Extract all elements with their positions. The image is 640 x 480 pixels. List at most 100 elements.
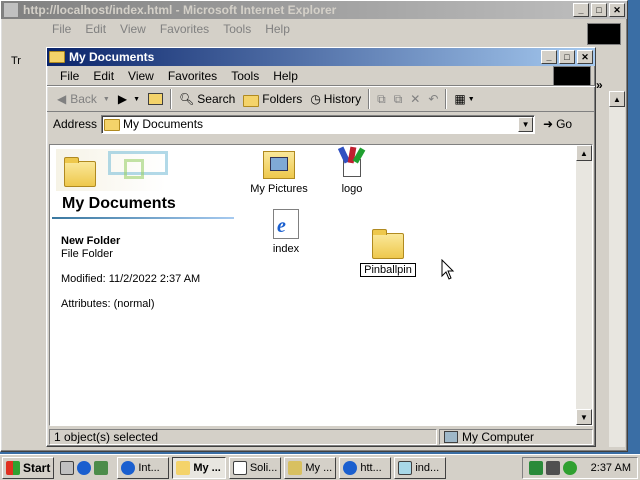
ie-menu-file[interactable]: File bbox=[45, 22, 78, 36]
maximize-button[interactable]: □ bbox=[559, 50, 575, 64]
ie-launch-icon[interactable] bbox=[77, 460, 92, 475]
clock[interactable]: 2:37 AM bbox=[591, 462, 631, 474]
pictures-folder-icon bbox=[263, 151, 295, 179]
folder-icon bbox=[176, 460, 191, 475]
standard-toolbar: ◀ Back ▼ ▶ ▼ 🔍︎ Search Folders ◷ History… bbox=[47, 86, 595, 112]
scroll-track[interactable] bbox=[576, 161, 592, 409]
selected-item-name: New Folder bbox=[61, 235, 121, 247]
menu-file[interactable]: File bbox=[53, 69, 86, 83]
explorer-scrollbar[interactable]: ▲ ▼ bbox=[576, 145, 592, 425]
folder-icon bbox=[64, 157, 96, 187]
scroll-down-button[interactable]: ▼ bbox=[576, 409, 592, 425]
copy-to-button[interactable]: ⧉ bbox=[390, 88, 407, 110]
webview-header-art bbox=[56, 149, 171, 191]
update-icon[interactable] bbox=[562, 460, 577, 475]
ie-right-chevron[interactable]: » bbox=[596, 78, 603, 92]
quick-launch bbox=[60, 460, 111, 475]
ie-scroll-up[interactable]: ▲ bbox=[609, 91, 625, 107]
folders-button[interactable]: Folders bbox=[239, 88, 306, 110]
ie-logo-icon bbox=[3, 2, 19, 18]
webview-heading: My Documents bbox=[62, 195, 176, 212]
views-button[interactable]: ▦ ▼ bbox=[450, 88, 478, 110]
task-index[interactable]: ind... bbox=[394, 456, 447, 479]
go-button[interactable]: ➜ Go bbox=[539, 113, 576, 135]
file-item-pinballpin[interactable]: Pinballpin bbox=[348, 229, 428, 277]
selected-item-type: File Folder bbox=[61, 248, 113, 260]
address-field[interactable]: My Documents ▼ bbox=[101, 114, 536, 134]
back-button[interactable]: ◀ Back ▼ bbox=[53, 88, 114, 110]
ie-close-button[interactable]: ✕ bbox=[609, 3, 625, 17]
ie-titlebar[interactable]: http://localhost/index.html - Microsoft … bbox=[1, 1, 627, 19]
task-my-documents[interactable]: My ... bbox=[172, 456, 227, 479]
status-selection: 1 object(s) selected bbox=[49, 429, 437, 445]
history-button[interactable]: ◷ History bbox=[306, 88, 365, 110]
folder-icon bbox=[49, 51, 65, 63]
logo-file-icon bbox=[337, 146, 367, 179]
rename-field[interactable]: Pinballpin bbox=[360, 263, 416, 277]
forward-button[interactable]: ▶ ▼ bbox=[114, 88, 144, 110]
html-file-icon: e bbox=[273, 209, 299, 239]
task-solitaire[interactable]: Soli... bbox=[229, 456, 282, 479]
menu-edit[interactable]: Edit bbox=[86, 69, 121, 83]
volume-icon[interactable] bbox=[545, 460, 560, 475]
toolbar-separator bbox=[445, 89, 448, 109]
menu-tools[interactable]: Tools bbox=[224, 69, 266, 83]
search-button[interactable]: 🔍︎ Search bbox=[175, 88, 239, 110]
ie-menu-view[interactable]: View bbox=[113, 22, 153, 36]
forward-arrow-icon: ▶ bbox=[117, 92, 128, 106]
go-arrow-icon: ➜ bbox=[543, 117, 554, 131]
menu-view[interactable]: View bbox=[121, 69, 161, 83]
my-computer-icon bbox=[444, 431, 458, 443]
toolbar-separator bbox=[170, 89, 173, 109]
explorer-title: My Documents bbox=[69, 50, 155, 64]
ie-left-fragment: Tr bbox=[11, 55, 21, 67]
undo-icon: ↶ bbox=[428, 92, 439, 106]
file-item-logo[interactable]: logo bbox=[312, 146, 392, 195]
folder-icon bbox=[104, 118, 121, 131]
task-my-computer[interactable]: My ... bbox=[284, 456, 337, 479]
close-button[interactable]: ✕ bbox=[577, 50, 593, 64]
task-htt[interactable]: htt... bbox=[339, 456, 392, 479]
folder-view[interactable]: My Documents New Folder File Folder Modi… bbox=[49, 144, 593, 426]
show-desktop-icon[interactable] bbox=[60, 460, 75, 475]
ie-maximize-button[interactable]: □ bbox=[591, 3, 607, 17]
outlook-launch-icon[interactable] bbox=[94, 460, 109, 475]
solitaire-icon bbox=[233, 460, 247, 475]
folder-icon bbox=[372, 229, 404, 259]
address-bar: Address My Documents ▼ ➜ Go bbox=[47, 112, 595, 136]
menu-favorites[interactable]: Favorites bbox=[161, 69, 224, 83]
taskbar: Start Int... My ... Soli... My ... htt..… bbox=[0, 454, 640, 480]
network-icon[interactable] bbox=[528, 460, 543, 475]
ie-scrollbar[interactable]: ▲ bbox=[609, 91, 625, 447]
windows-flag-icon bbox=[6, 460, 20, 475]
delete-button[interactable]: ✕ bbox=[406, 88, 424, 110]
file-item-index[interactable]: e index bbox=[246, 209, 326, 255]
task-ie[interactable]: Int... bbox=[117, 456, 170, 479]
up-folder-button[interactable] bbox=[144, 88, 167, 110]
status-bar: 1 object(s) selected My Computer bbox=[49, 428, 593, 446]
move-to-icon: ⧉ bbox=[377, 91, 386, 106]
address-dropdown[interactable]: ▼ bbox=[518, 116, 534, 132]
mouse-cursor-icon bbox=[441, 259, 455, 280]
file-item-my-pictures[interactable]: My Pictures bbox=[239, 151, 319, 195]
menu-help[interactable]: Help bbox=[266, 69, 305, 83]
undo-button[interactable]: ↶ bbox=[424, 88, 442, 110]
move-to-button[interactable]: ⧉ bbox=[373, 88, 390, 110]
scroll-up-button[interactable]: ▲ bbox=[576, 145, 592, 161]
ie-menu-help[interactable]: Help bbox=[258, 22, 297, 36]
notepad-icon bbox=[398, 460, 413, 475]
ie-menu-favorites[interactable]: Favorites bbox=[153, 22, 216, 36]
start-button[interactable]: Start bbox=[2, 456, 55, 479]
address-value: My Documents bbox=[123, 117, 204, 131]
explorer-titlebar[interactable]: My Documents _ □ ✕ bbox=[47, 48, 595, 66]
minimize-button[interactable]: _ bbox=[541, 50, 557, 64]
search-icon bbox=[288, 460, 303, 475]
selected-item-modified: Modified: 11/2/2022 2:37 AM bbox=[61, 273, 201, 285]
ie-windows-logo-icon bbox=[587, 23, 621, 45]
ie-menu-edit[interactable]: Edit bbox=[78, 22, 113, 36]
ie-minimize-button[interactable]: _ bbox=[573, 3, 589, 17]
copy-to-icon: ⧉ bbox=[393, 91, 403, 106]
chevron-down-icon: ▼ bbox=[102, 95, 110, 103]
ie-menu-tools[interactable]: Tools bbox=[216, 22, 258, 36]
ie-icon bbox=[343, 460, 358, 475]
